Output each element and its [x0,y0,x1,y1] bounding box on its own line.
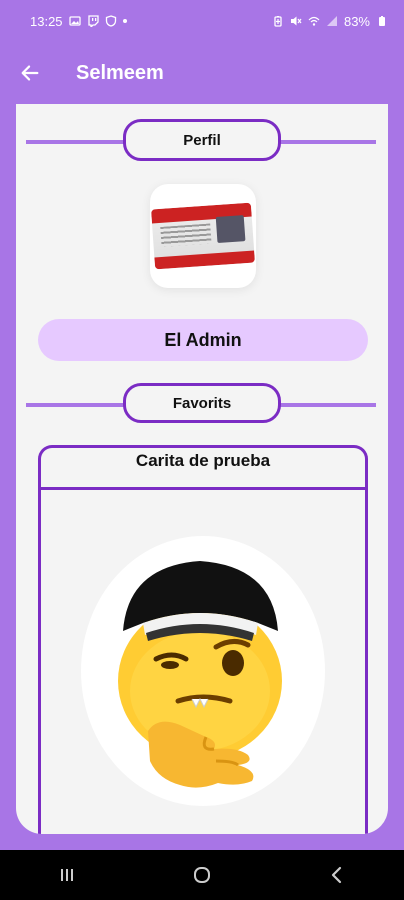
smirking-emoji-icon [118,561,282,788]
profile-section-label: Perfil [123,119,281,161]
profile-name: El Admin [38,319,368,361]
system-back-button[interactable] [307,850,367,900]
signal-icon [326,15,338,27]
notification-dot [122,19,127,23]
twitch-icon [87,15,99,27]
home-button[interactable] [172,850,232,900]
battery-icon [376,15,388,27]
favorite-title: Carita de prueba [41,448,365,490]
status-time: 13:25 [30,13,63,29]
battery-percent: 83% [343,13,370,29]
home-icon [193,867,210,883]
recents-button[interactable] [37,850,97,900]
favorite-card[interactable]: Carita de prueba [38,445,368,834]
status-right: 83% [272,14,388,29]
arrow-left-icon [21,65,39,81]
app-title: Selmeem [76,61,164,84]
back-button[interactable] [0,42,60,104]
recents-icon [61,869,74,881]
status-left: 13:25 [30,14,127,29]
content-card: Perfil El Admin Favorits Carita de prueb… [16,104,388,834]
favorites-section-label: Favorits [123,383,281,423]
image-icon [68,15,81,27]
license-card-image [151,202,255,270]
navigation-bar [0,850,404,900]
shield-icon [105,15,117,27]
back-icon [331,866,341,884]
profile-avatar[interactable] [150,184,256,288]
app-bar: Selmeem [0,42,404,104]
status-bar: 13:25 83% [0,0,404,42]
wifi-icon [308,15,320,27]
favorite-image [81,536,325,806]
mute-icon [290,15,302,27]
battery-saver-icon [272,15,284,27]
